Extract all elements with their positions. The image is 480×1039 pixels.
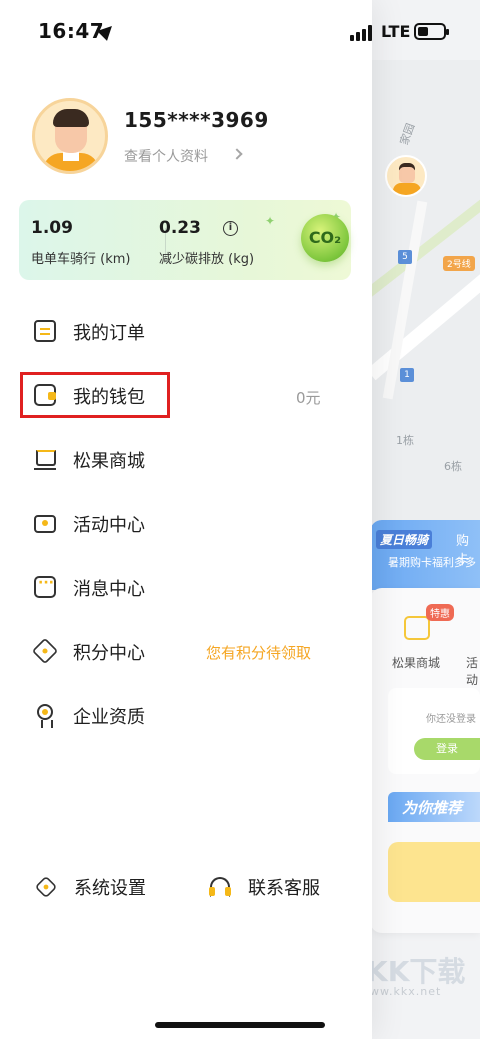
- cart-icon: [34, 448, 56, 470]
- headset-icon: [209, 877, 230, 897]
- tv-icon: [34, 515, 56, 533]
- status-bar: 16:47 LTE: [0, 0, 480, 60]
- document-icon: [34, 320, 56, 342]
- map-label: 1栋: [396, 434, 414, 447]
- activity-shortcut-label[interactable]: 活动: [466, 654, 480, 688]
- network-type: LTE: [381, 22, 411, 41]
- status-time: 16:47: [38, 19, 105, 43]
- discount-badge: 特惠: [426, 604, 454, 621]
- support-label: 联系客服: [248, 878, 320, 899]
- points-pending-hint[interactable]: 您有积分待领取: [206, 642, 311, 663]
- watermark-logo: KK下载: [366, 955, 466, 988]
- menu-label-activity: 活动中心: [73, 515, 145, 536]
- message-icon: [34, 575, 56, 598]
- menu-label-messages: 消息中心: [73, 579, 145, 600]
- map-avatar[interactable]: [385, 155, 427, 197]
- promo-tag: 夏日畅骑: [376, 530, 433, 549]
- mall-icon[interactable]: [404, 616, 430, 640]
- award-icon: [37, 704, 53, 728]
- wallet-balance: 0元: [296, 389, 321, 407]
- home-indicator[interactable]: [155, 1022, 325, 1028]
- menu-label-orders: 我的订单: [73, 323, 145, 344]
- view-profile-link[interactable]: 查看个人资料: [124, 146, 208, 166]
- ride-distance-value: 1.09: [31, 218, 73, 238]
- side-drawer: 155****3969 查看个人资料 1.09 电单车骑行 (km) 0.23 …: [0, 0, 372, 1039]
- points-icon: [31, 637, 59, 665]
- map-label: 家园: [397, 121, 418, 147]
- menu-label-points: 积分中心: [73, 643, 145, 664]
- ride-distance-label: 电单车骑行 (km): [31, 252, 131, 267]
- map-road-number-badge: 5: [398, 250, 412, 264]
- menu-label-mall: 松果商城: [73, 451, 145, 472]
- map-label: 6栋: [444, 460, 462, 473]
- chevron-right-icon[interactable]: [231, 148, 243, 160]
- info-icon[interactable]: i: [223, 221, 238, 236]
- promo-banner[interactable]: 夏日畅骑 购卡 暑期购卡福利多多: [370, 520, 480, 590]
- co2-badge-icon: CO₂: [301, 214, 349, 262]
- recommend-card[interactable]: [388, 842, 480, 902]
- avatar[interactable]: [32, 98, 108, 174]
- user-phone: 155****3969: [124, 108, 269, 132]
- map-road-number-badge: 1: [400, 368, 414, 382]
- not-logged-in-text: 你还没登录: [426, 714, 476, 725]
- mall-shortcut-label[interactable]: 松果商城: [392, 654, 440, 671]
- recommend-header: 为你推荐: [388, 792, 480, 822]
- settings-label: 系统设置: [74, 878, 146, 899]
- support-button[interactable]: 联系客服: [209, 872, 340, 902]
- carbon-reduction-label: 减少碳排放 (kg): [159, 252, 255, 267]
- login-button[interactable]: 登录: [414, 738, 480, 760]
- signal-icon: [350, 25, 374, 41]
- watermark-url: www.kkx.net: [360, 985, 442, 998]
- menu-label-qualification: 企业资质: [73, 707, 145, 728]
- carbon-reduction-value: 0.23: [159, 218, 201, 238]
- battery-icon: [414, 23, 449, 40]
- promo-subtitle: 暑期购卡福利多多: [388, 556, 476, 569]
- eco-stats-card[interactable]: 1.09 电单车骑行 (km) 0.23 i 减少碳排放 (kg) ✦ ✦ CO…: [19, 200, 351, 280]
- map-view[interactable]: 家园 1栋 6栋 5 1 2号线: [370, 60, 480, 530]
- settings-button[interactable]: 系统设置: [34, 872, 166, 902]
- home-panel: 特惠 松果商城 活动 你还没登录 登录 为你推荐: [370, 588, 480, 933]
- settings-icon: [34, 875, 58, 899]
- sparkle-icon: ✦: [265, 214, 276, 228]
- metro-line-badge: 2号线: [443, 256, 475, 271]
- login-card: [388, 688, 480, 774]
- highlight-annotation: [20, 372, 170, 418]
